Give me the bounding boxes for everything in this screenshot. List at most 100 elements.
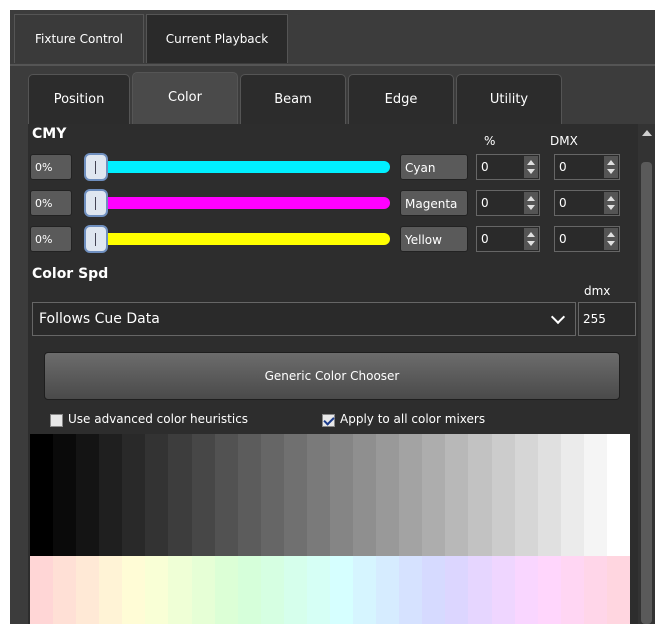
pastel-swatch[interactable] xyxy=(422,556,446,624)
pastel-swatch[interactable] xyxy=(583,556,607,624)
pastel-swatch-row[interactable] xyxy=(30,556,631,624)
gray-swatch[interactable] xyxy=(260,434,284,556)
magenta-percent-spinbox[interactable]: 0 xyxy=(476,190,540,216)
spinner-arrows-icon[interactable] xyxy=(524,156,538,178)
yellow-name-button[interactable]: Yellow xyxy=(400,226,468,252)
cyan-percent-spinbox[interactable]: 0 xyxy=(476,154,540,180)
yellow-percent-spinbox[interactable]: 0 xyxy=(476,226,540,252)
magenta-slider-handle[interactable] xyxy=(84,189,108,217)
tab-current-playback[interactable]: Current Playback xyxy=(146,14,288,63)
pastel-swatch[interactable] xyxy=(468,556,492,624)
pastel-swatch[interactable] xyxy=(260,556,284,624)
magenta-slider-track[interactable] xyxy=(98,197,390,209)
tab-position[interactable]: Position xyxy=(28,74,130,125)
gray-swatch[interactable] xyxy=(99,434,123,556)
spinner-arrows-icon[interactable] xyxy=(604,228,618,250)
gray-swatch[interactable] xyxy=(76,434,100,556)
gray-swatch[interactable] xyxy=(237,434,261,556)
pastel-swatch[interactable] xyxy=(353,556,377,624)
advanced-heuristics-label[interactable]: Use advanced color heuristics xyxy=(68,412,248,426)
chevron-down-icon[interactable] xyxy=(550,309,566,325)
spinner-arrows-icon[interactable] xyxy=(604,192,618,214)
gray-swatch[interactable] xyxy=(445,434,469,556)
tab-divider xyxy=(10,64,655,66)
pastel-swatch[interactable] xyxy=(306,556,331,624)
pastel-swatch[interactable] xyxy=(606,556,631,624)
pastel-swatch[interactable] xyxy=(330,556,354,624)
tab-edge[interactable]: Edge xyxy=(348,74,454,125)
gray-swatch[interactable] xyxy=(491,434,515,556)
gray-swatch[interactable] xyxy=(376,434,400,556)
yellow-percent-button[interactable]: 0% xyxy=(30,226,72,252)
gray-swatch[interactable] xyxy=(168,434,192,556)
cyan-name-button[interactable]: Cyan xyxy=(400,154,468,180)
gray-swatch[interactable] xyxy=(606,434,631,556)
pastel-swatch[interactable] xyxy=(53,556,77,624)
gray-swatch[interactable] xyxy=(214,434,238,556)
pastel-swatch[interactable] xyxy=(122,556,146,624)
cyan-slider-handle[interactable] xyxy=(84,153,108,181)
generic-color-chooser-button[interactable]: Generic Color Chooser xyxy=(44,352,620,400)
gray-swatch[interactable] xyxy=(399,434,423,556)
cyan-slider-track[interactable] xyxy=(98,161,390,173)
scrollbar-thumb[interactable] xyxy=(641,162,652,624)
scroll-up-arrow-icon[interactable] xyxy=(642,130,652,136)
apply-all-mixers-label[interactable]: Apply to all color mixers xyxy=(340,412,485,426)
color-speed-dmx-field[interactable]: 255 xyxy=(578,302,636,336)
magenta-percent-button[interactable]: 0% xyxy=(30,190,72,216)
pastel-swatch[interactable] xyxy=(376,556,400,624)
pastel-swatch[interactable] xyxy=(237,556,261,624)
magenta-dmx-spinbox[interactable]: 0 xyxy=(554,190,620,216)
vertical-scrollbar[interactable] xyxy=(638,124,655,624)
magenta-name-button[interactable]: Magenta xyxy=(400,190,468,216)
pastel-swatch[interactable] xyxy=(76,556,100,624)
grayscale-swatch-row[interactable] xyxy=(30,434,631,556)
gray-swatch[interactable] xyxy=(283,434,307,556)
spinner-arrows-icon[interactable] xyxy=(524,228,538,250)
yellow-slider-handle[interactable] xyxy=(84,225,108,253)
pastel-swatch[interactable] xyxy=(145,556,169,624)
advanced-heuristics-checkbox[interactable] xyxy=(50,414,63,427)
gray-swatch[interactable] xyxy=(468,434,492,556)
pastel-swatch[interactable] xyxy=(560,556,584,624)
pastel-swatch[interactable] xyxy=(514,556,538,624)
pastel-swatch[interactable] xyxy=(168,556,192,624)
gray-swatch[interactable] xyxy=(330,434,354,556)
spinner-arrows-icon[interactable] xyxy=(604,156,618,178)
pastel-swatch[interactable] xyxy=(99,556,123,624)
cyan-percent-button[interactable]: 0% xyxy=(30,154,72,180)
gray-swatch[interactable] xyxy=(53,434,77,556)
gray-swatch[interactable] xyxy=(560,434,584,556)
pastel-swatch[interactable] xyxy=(214,556,238,624)
tab-color[interactable]: Color xyxy=(132,72,238,125)
pastel-swatch[interactable] xyxy=(191,556,215,624)
gray-swatch[interactable] xyxy=(191,434,215,556)
gray-swatch[interactable] xyxy=(145,434,169,556)
color-speed-dropdown[interactable]: Follows Cue Data xyxy=(32,302,576,336)
gray-swatch[interactable] xyxy=(353,434,377,556)
gray-swatch[interactable] xyxy=(30,434,54,556)
pastel-swatch[interactable] xyxy=(399,556,423,624)
pastel-swatch[interactable] xyxy=(491,556,515,624)
color-speed-heading: Color Spd xyxy=(32,266,109,282)
gray-swatch[interactable] xyxy=(306,434,331,556)
apply-all-mixers-checkbox[interactable] xyxy=(322,414,335,427)
pastel-swatch[interactable] xyxy=(445,556,469,624)
pastel-swatch[interactable] xyxy=(30,556,54,624)
tab-utility[interactable]: Utility xyxy=(456,74,562,125)
pastel-swatch[interactable] xyxy=(537,556,561,624)
gray-swatch[interactable] xyxy=(422,434,446,556)
cyan-dmx-spinbox[interactable]: 0 xyxy=(554,154,620,180)
spinner-arrows-icon[interactable] xyxy=(524,192,538,214)
gray-swatch[interactable] xyxy=(514,434,538,556)
gray-swatch[interactable] xyxy=(537,434,561,556)
yellow-dmx-spinbox[interactable]: 0 xyxy=(554,226,620,252)
pastel-swatch[interactable] xyxy=(283,556,307,624)
tab-fixture-control[interactable]: Fixture Control xyxy=(14,14,144,63)
color-speed-dmx-label: dmx xyxy=(584,284,611,298)
gray-swatch[interactable] xyxy=(122,434,146,556)
cmy-heading: CMY xyxy=(32,126,67,142)
yellow-slider-track[interactable] xyxy=(98,233,390,245)
tab-beam[interactable]: Beam xyxy=(240,74,346,125)
gray-swatch[interactable] xyxy=(583,434,607,556)
